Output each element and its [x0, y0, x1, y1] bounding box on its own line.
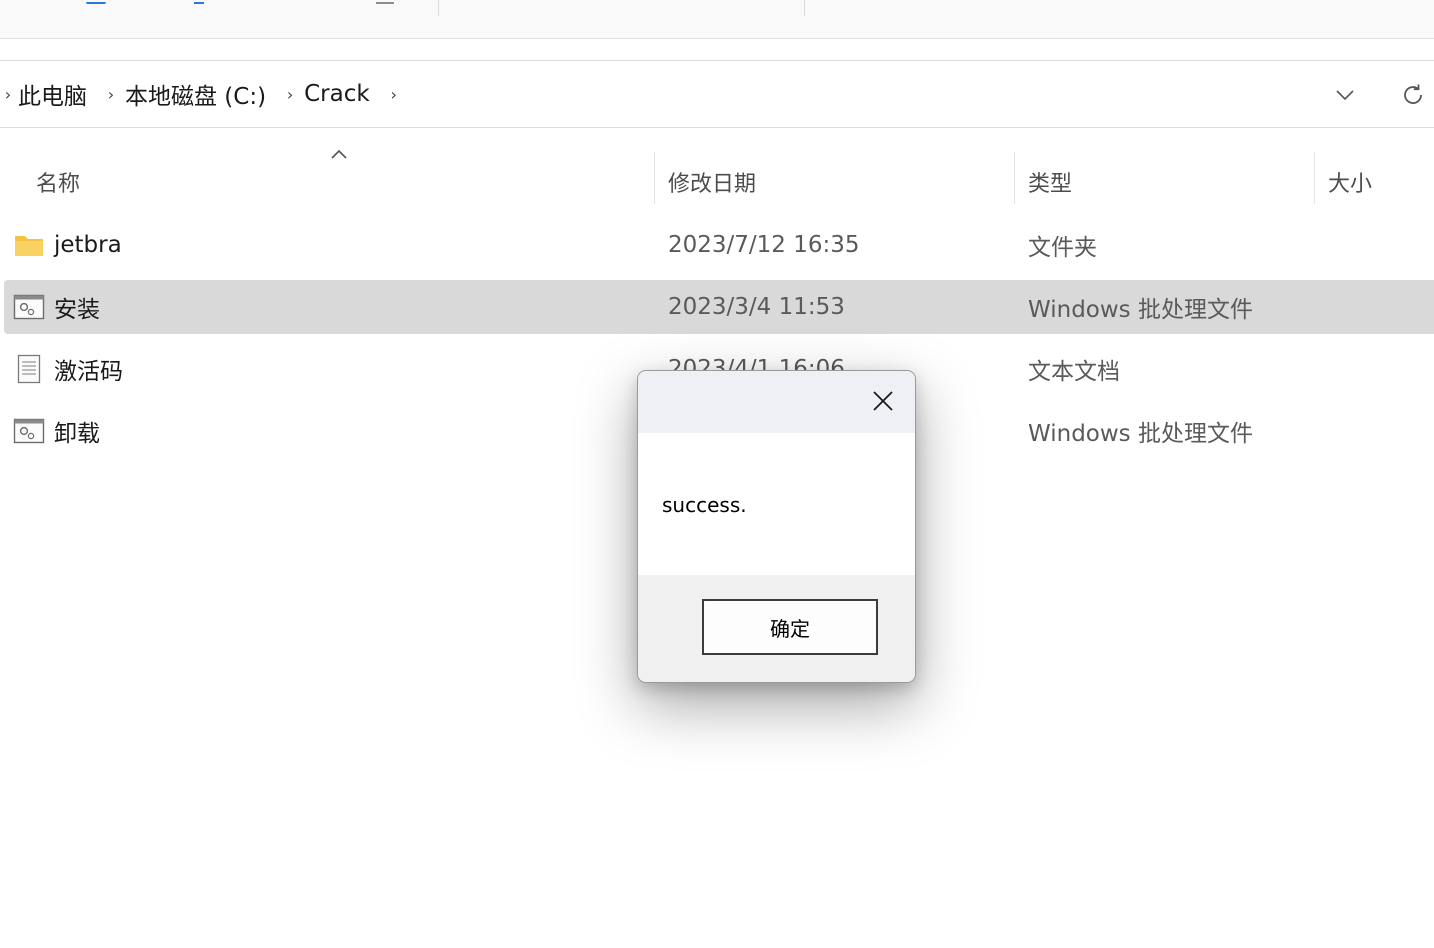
column-header-size[interactable]: 大小 — [1328, 166, 1372, 198]
column-divider[interactable] — [1014, 152, 1015, 204]
dialog-body: success. — [638, 433, 915, 575]
toolbar-button-stub[interactable] — [86, 0, 106, 4]
batch-file-icon — [12, 414, 46, 448]
file-date: 2023/3/4 11:53 — [668, 294, 845, 320]
command-bar — [0, 0, 1434, 39]
breadcrumb-chevron-icon[interactable]: › — [99, 85, 123, 104]
file-date: 2023/7/12 16:35 — [668, 232, 860, 258]
file-explorer-window: › 此电脑 › 本地磁盘 (C:) › Crack › 名称 修改日期 类型 大… — [0, 0, 1434, 948]
refresh-icon — [1404, 84, 1422, 104]
column-divider[interactable] — [1314, 152, 1315, 204]
file-type: 文件夹 — [1028, 235, 1097, 261]
message-box-dialog: success. 确定 — [637, 370, 916, 683]
file-row-jetbra[interactable]: jetbra 2023/7/12 16:35 文件夹 — [4, 218, 1434, 272]
breadcrumb-chevron-icon[interactable]: › — [278, 85, 302, 104]
file-name: 卸载 — [54, 421, 100, 447]
column-header-date-modified[interactable]: 修改日期 — [668, 166, 756, 198]
file-name: jetbra — [54, 232, 122, 258]
file-type: 文本文档 — [1028, 359, 1120, 385]
text-file-icon — [12, 352, 46, 386]
chevron-down-icon — [1336, 90, 1354, 101]
folder-icon — [12, 228, 46, 262]
column-header-row: 名称 修改日期 类型 大小 — [0, 130, 1434, 220]
dialog-footer: 确定 — [638, 575, 915, 682]
toolbar-button-stub[interactable] — [376, 0, 394, 4]
ok-button[interactable]: 确定 — [702, 599, 878, 655]
file-row-install[interactable]: 安装 2023/3/4 11:53 Windows 批处理文件 — [4, 280, 1434, 334]
column-header-name[interactable]: 名称 — [36, 166, 80, 198]
breadcrumb-chevron-icon[interactable]: › — [0, 85, 16, 104]
breadcrumb-item-local-disk[interactable]: 本地磁盘 (C:) — [123, 77, 278, 111]
close-icon — [873, 391, 893, 411]
dialog-message: success. — [662, 493, 747, 517]
address-history-dropdown-button[interactable] — [1325, 75, 1365, 115]
toolbar-button-stub[interactable] — [194, 0, 204, 4]
breadcrumb: › 此电脑 › 本地磁盘 (C:) › Crack › — [0, 61, 406, 127]
refresh-button[interactable] — [1393, 75, 1433, 115]
address-bar[interactable]: › 此电脑 › 本地磁盘 (C:) › Crack › — [0, 60, 1434, 128]
file-name-cell: 安装 — [12, 280, 100, 334]
column-header-type[interactable]: 类型 — [1028, 166, 1072, 198]
batch-file-icon — [12, 290, 46, 324]
dialog-close-button[interactable] — [861, 381, 905, 421]
file-type: Windows 批处理文件 — [1028, 421, 1253, 447]
file-name-cell: 激活码 — [12, 342, 123, 396]
file-name: 激活码 — [54, 359, 123, 385]
breadcrumb-item-this-pc[interactable]: 此电脑 — [16, 77, 99, 111]
toolbar-divider — [804, 0, 805, 16]
dialog-title-bar[interactable] — [638, 371, 915, 433]
sort-ascending-icon — [331, 149, 347, 159]
breadcrumb-chevron-icon[interactable]: › — [382, 85, 406, 104]
column-divider[interactable] — [654, 152, 655, 204]
file-type: Windows 批处理文件 — [1028, 297, 1253, 323]
toolbar-divider — [438, 0, 439, 16]
breadcrumb-item-crack[interactable]: Crack — [302, 81, 382, 107]
file-name: 安装 — [54, 297, 100, 323]
file-name-cell: 卸载 — [12, 404, 100, 458]
file-name-cell: jetbra — [12, 218, 122, 272]
